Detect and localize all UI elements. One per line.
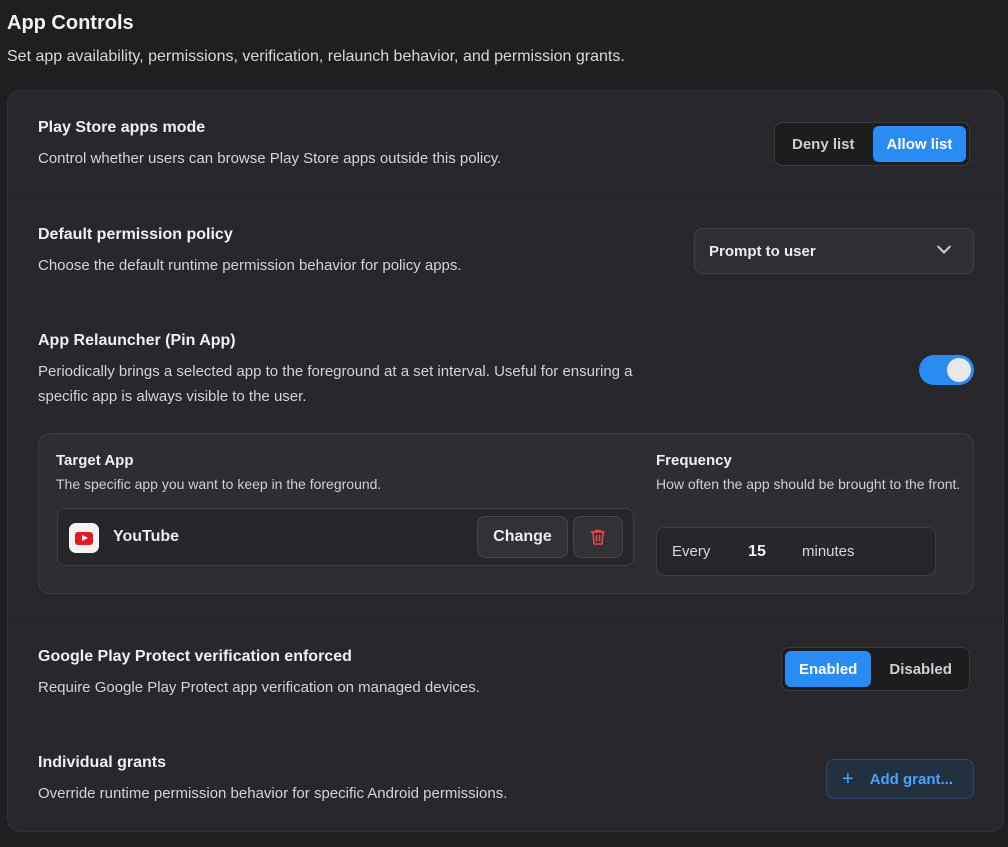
frequency-unit: minutes xyxy=(802,543,855,560)
page-subtitle: Set app availability, permissions, verif… xyxy=(7,48,625,65)
play-store-mode-title: Play Store apps mode xyxy=(38,119,206,136)
disabled-option[interactable]: Disabled xyxy=(875,651,966,687)
divider xyxy=(8,302,1003,303)
play-protect-description: Require Google Play Protect app verifica… xyxy=(38,679,480,696)
add-grant-button[interactable]: + Add grant... xyxy=(826,759,974,799)
settings-card: Play Store apps mode Control whether use… xyxy=(7,90,1004,832)
play-protect-toggle: Enabled Disabled xyxy=(781,647,970,691)
target-app-row: YouTube Change xyxy=(57,508,634,566)
relauncher-config-panel: Target App The specific app you want to … xyxy=(38,433,974,594)
default-permission-description: Choose the default runtime permission be… xyxy=(38,257,462,274)
chevron-down-icon xyxy=(936,239,952,254)
divider xyxy=(8,619,1003,620)
page-title: App Controls xyxy=(7,12,134,34)
relauncher-description: Periodically brings a selected app to th… xyxy=(38,363,633,405)
toggle-knob xyxy=(947,358,971,382)
allow-list-option[interactable]: Allow list xyxy=(872,126,967,162)
frequency-field: Every 15 minutes xyxy=(656,527,936,576)
app-controls-page: App Controls Set app availability, permi… xyxy=(0,0,1008,847)
target-app-hint: The specific app you want to keep in the… xyxy=(56,476,382,492)
individual-grants-description: Override runtime permission behavior for… xyxy=(38,785,508,802)
enabled-option[interactable]: Enabled xyxy=(785,651,872,687)
play-protect-title: Google Play Protect verification enforce… xyxy=(38,648,352,665)
divider xyxy=(8,194,1003,195)
deny-list-option[interactable]: Deny list xyxy=(778,126,869,162)
youtube-icon xyxy=(69,523,99,553)
relauncher-toggle[interactable] xyxy=(919,355,974,385)
individual-grants-title: Individual grants xyxy=(38,754,167,771)
frequency-hint: How often the app should be brought to t… xyxy=(656,476,961,492)
trash-icon xyxy=(590,529,606,545)
frequency-value-input[interactable]: 15 xyxy=(737,534,777,570)
remove-app-button[interactable] xyxy=(573,516,623,558)
change-app-button[interactable]: Change xyxy=(477,516,568,558)
add-grant-label: Add grant... xyxy=(869,770,954,788)
frequency-label: Frequency xyxy=(656,452,732,469)
play-store-mode-description: Control whether users can browse Play St… xyxy=(38,150,502,167)
plus-icon: + xyxy=(842,768,854,790)
play-store-mode-toggle: Deny list Allow list xyxy=(774,122,971,166)
default-permission-title: Default permission policy xyxy=(38,226,233,243)
default-permission-value: Prompt to user xyxy=(709,242,816,260)
default-permission-select[interactable]: Prompt to user xyxy=(694,228,974,274)
target-app-name: YouTube xyxy=(113,528,180,545)
relauncher-title: App Relauncher (Pin App) xyxy=(38,332,236,349)
target-app-label: Target App xyxy=(56,452,134,469)
frequency-prefix: Every xyxy=(672,543,711,560)
